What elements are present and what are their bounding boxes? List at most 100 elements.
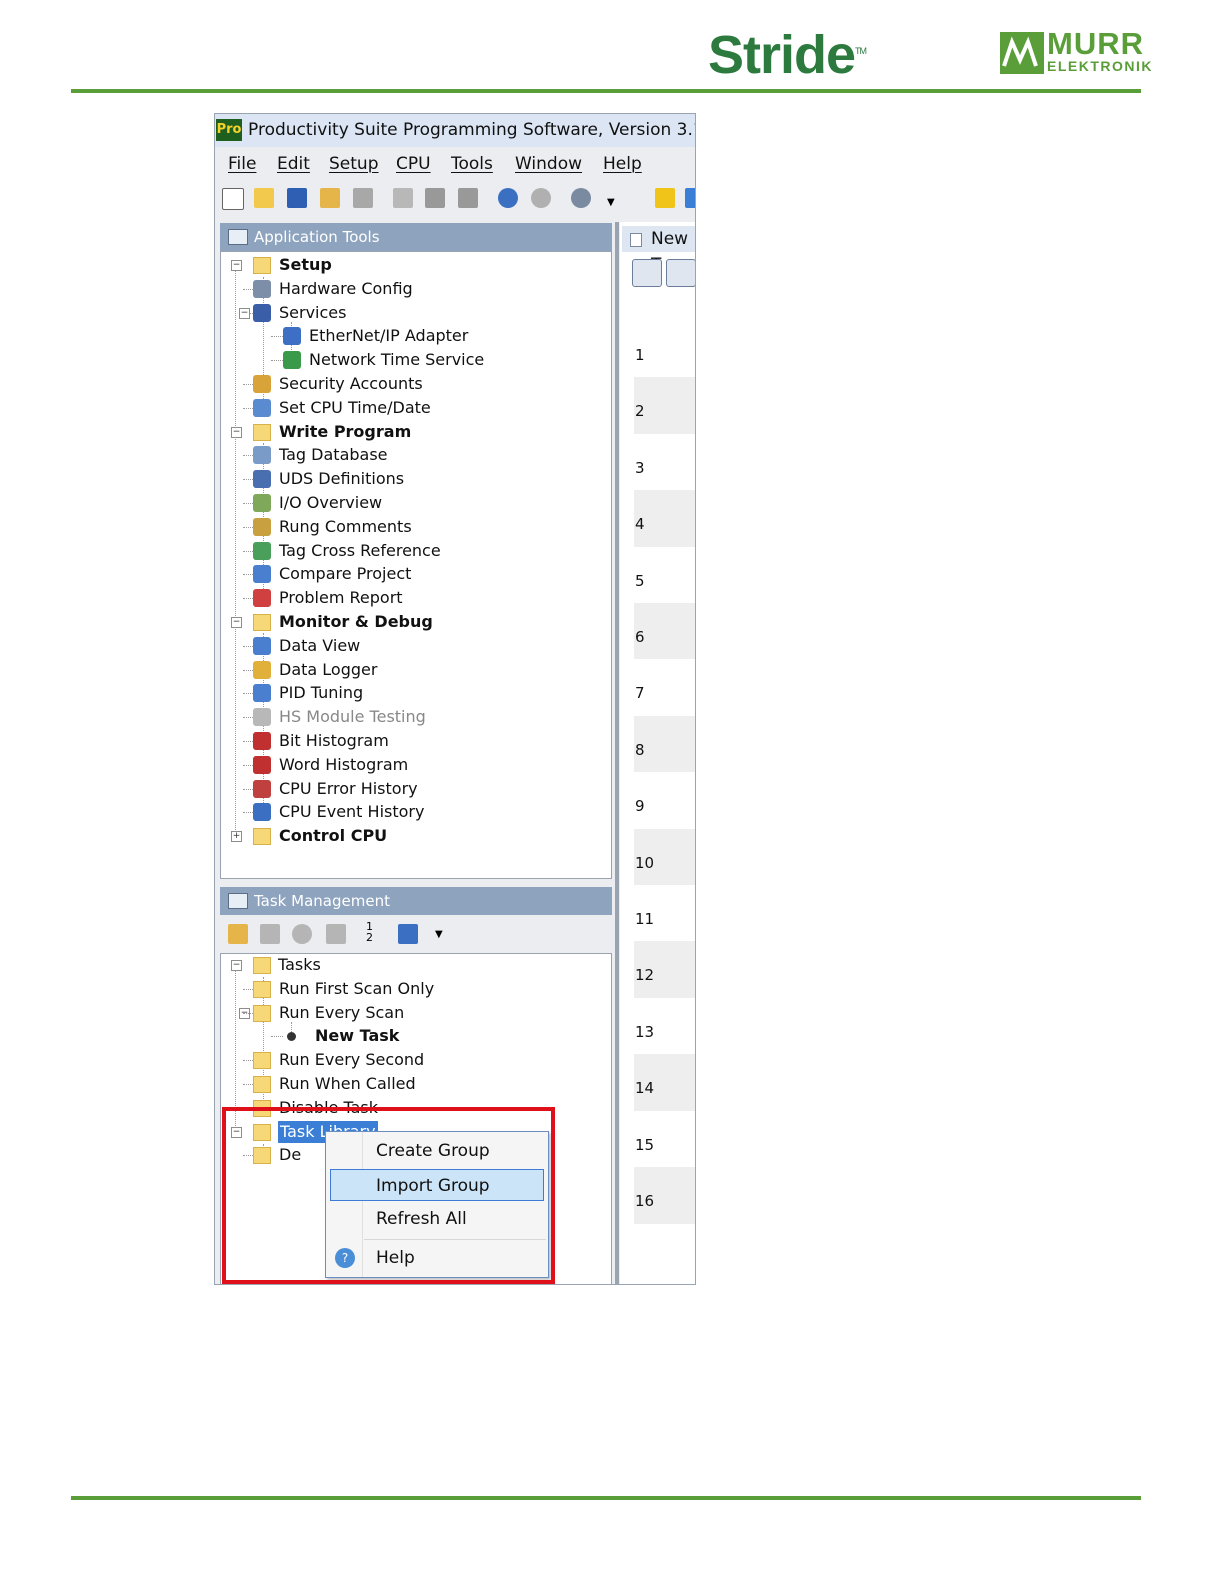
footer-rule (71, 1496, 1141, 1500)
outline-view-button-icon[interactable] (666, 259, 695, 287)
tree-item-label: Problem Report (279, 588, 403, 608)
ethernet-ip-adapter-icon (283, 327, 301, 346)
tree-item-rung-comments[interactable]: Rung Comments (215, 516, 605, 538)
menu-window[interactable]: Window (515, 154, 582, 174)
tree-item-label: I/O Overview (279, 493, 383, 512)
tree-item-control-cpu[interactable]: + Control CPU (215, 825, 605, 847)
rung-row[interactable]: 1 (634, 321, 695, 378)
task-tree-item-label: Run Every Scan (279, 1002, 405, 1022)
menu-tools[interactable]: Tools (451, 154, 493, 174)
tree-item-data-logger[interactable]: Data Logger (215, 659, 605, 681)
task-tree-item-run-every-scan[interactable]: − Run Every Scan (215, 1002, 605, 1024)
tree-item-write-program[interactable]: − Write Program (215, 421, 605, 443)
tree-item-tag-cross-reference[interactable]: Tag Cross Reference (215, 540, 605, 562)
tree-item-label: UDS Definitions (279, 469, 405, 489)
expand-icon[interactable]: + (231, 831, 242, 843)
copy-icon[interactable] (425, 188, 445, 208)
rung-row[interactable]: 10 (634, 828, 695, 886)
rung-row[interactable]: 14 (634, 1054, 695, 1112)
tree-item-label: Security Accounts (279, 374, 423, 393)
rung-row[interactable]: 16 (634, 1167, 695, 1224)
stop-icon[interactable] (260, 924, 280, 944)
tree-item-hs-module-testing[interactable]: HS Module Testing (215, 706, 605, 728)
save-icon[interactable] (287, 188, 307, 208)
rung-row[interactable]: 7 (634, 659, 695, 717)
tree-item-i-o-overview[interactable]: I/O Overview (215, 492, 605, 514)
lock-icon[interactable] (655, 188, 675, 208)
rung-number: 7 (635, 684, 645, 703)
tree-item-monitor-debug[interactable]: − Monitor & Debug (215, 611, 605, 633)
tree-item-services[interactable]: − Services (215, 302, 605, 324)
task-tree-item-run-every-second[interactable]: Run Every Second (215, 1049, 605, 1071)
tree-item-security-accounts[interactable]: Security Accounts (215, 373, 605, 395)
tree-item-data-view[interactable]: Data View (215, 635, 605, 657)
tree-item-word-histogram[interactable]: Word Histogram (215, 754, 605, 776)
connect-icon[interactable] (685, 188, 695, 208)
collapse-icon[interactable]: − (231, 960, 242, 971)
tree-item-network-time-service[interactable]: Network Time Service (215, 349, 605, 371)
rung-row[interactable]: 5 (634, 546, 695, 604)
tree-item-ethernet-ip-adapter[interactable]: EtherNet/IP Adapter (215, 325, 605, 347)
circle-icon[interactable] (292, 924, 312, 944)
tree-item-problem-report[interactable]: Problem Report (215, 587, 605, 609)
move-icon[interactable] (398, 924, 418, 944)
menu-setup[interactable]: Setup (329, 154, 378, 174)
open-folder-icon[interactable] (254, 188, 274, 208)
collapse-icon[interactable]: − (231, 426, 242, 438)
rung-row[interactable]: 2 (634, 377, 695, 435)
tree-item-set-cpu-time-date[interactable]: Set CPU Time/Date (215, 397, 605, 419)
collapse-icon[interactable]: − (231, 260, 242, 271)
task-tree-item-tasks[interactable]: − Tasks (215, 954, 605, 976)
rung-row[interactable]: 3 (634, 433, 695, 491)
dropdown-arrow-icon[interactable]: ▼ (607, 197, 615, 208)
rung-row[interactable]: 9 (634, 772, 695, 830)
copy-task-icon[interactable] (326, 924, 346, 944)
rung-row[interactable]: 13 (634, 997, 695, 1055)
cut-icon[interactable] (393, 188, 413, 208)
task-tree-item-new-task[interactable]: New Task (215, 1025, 605, 1047)
tree-item-pid-tuning[interactable]: PID Tuning (215, 682, 605, 704)
title-bar: Pro Productivity Suite Programming Softw… (215, 114, 695, 147)
tree-item-bit-histogram[interactable]: Bit Histogram (215, 730, 605, 752)
tree-item-cpu-error-history[interactable]: CPU Error History (215, 778, 605, 800)
menu-edit[interactable]: Edit (277, 154, 310, 174)
rung-row[interactable]: 15 (634, 1110, 695, 1168)
tree-item-setup[interactable]: − Setup (215, 254, 605, 276)
new-task-icon[interactable] (228, 924, 248, 944)
task-bullet-icon (287, 1032, 296, 1042)
murr-logo-mark-icon (1000, 32, 1044, 74)
new-file-icon[interactable] (222, 188, 244, 210)
save-as-icon[interactable] (320, 188, 340, 208)
tree-item-hardware-config[interactable]: Hardware Config (215, 278, 605, 300)
rung-row[interactable]: 12 (634, 941, 695, 999)
paste-icon[interactable] (458, 188, 478, 208)
tree-item-compare-project[interactable]: Compare Project (215, 563, 605, 585)
tree-item-label: CPU Error History (279, 778, 418, 798)
menu-file[interactable]: File (228, 154, 256, 174)
print-icon[interactable] (353, 188, 373, 208)
undo-icon[interactable] (498, 188, 518, 208)
dropdown-arrow-icon[interactable]: ▼ (435, 929, 443, 940)
panel-icon (228, 893, 248, 909)
redo-icon[interactable] (531, 188, 551, 208)
folder-icon (253, 257, 271, 274)
task-tree-item-run-first-scan-only[interactable]: Run First Scan Only (215, 978, 605, 1000)
view-button-icon[interactable] (632, 259, 662, 287)
security-accounts-icon (253, 375, 271, 393)
collapse-icon[interactable]: − (231, 617, 242, 628)
collapse-icon[interactable]: − (239, 307, 250, 319)
rung-row[interactable]: 8 (634, 715, 695, 773)
menu-cpu[interactable]: CPU (396, 154, 431, 174)
tab-new-task[interactable]: New T (622, 226, 695, 275)
tree-item-uds-definitions[interactable]: UDS Definitions (215, 468, 605, 490)
task-tree-item-run-when-called[interactable]: Run When Called (215, 1073, 605, 1095)
tree-item-cpu-event-history[interactable]: CPU Event History (215, 801, 605, 823)
rung-row[interactable]: 11 (634, 885, 695, 942)
tree-item-tag-database[interactable]: Tag Database (215, 444, 605, 466)
reorder-icon[interactable]: 1 2 (366, 921, 373, 943)
rung-number: 16 (635, 1192, 655, 1210)
find-icon[interactable] (571, 188, 591, 208)
rung-row[interactable]: 4 (634, 490, 695, 548)
rung-row[interactable]: 6 (634, 603, 695, 660)
menu-help[interactable]: Help (603, 154, 642, 174)
